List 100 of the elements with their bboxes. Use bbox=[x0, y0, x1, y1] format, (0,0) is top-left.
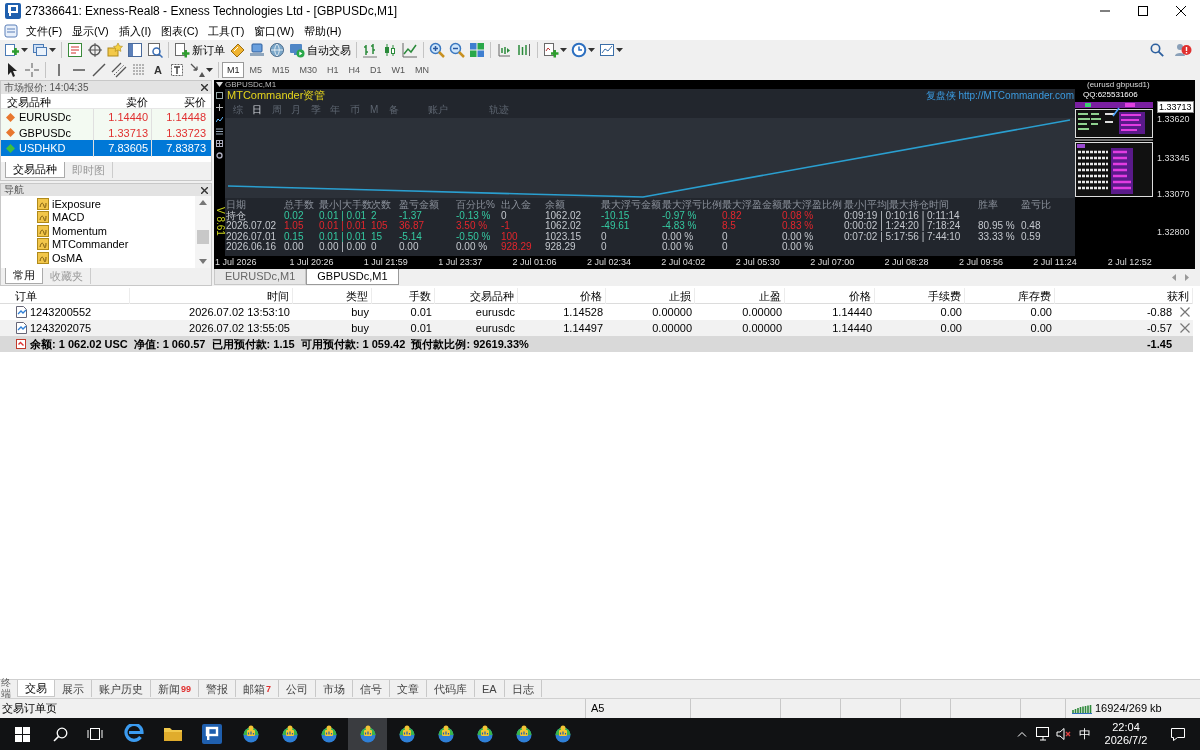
close-icon[interactable] bbox=[1176, 6, 1186, 16]
magnifier-document-icon[interactable] bbox=[147, 42, 163, 58]
list-icon[interactable] bbox=[216, 128, 223, 135]
chart-icon[interactable] bbox=[216, 116, 223, 123]
caret-icon[interactable] bbox=[560, 48, 567, 52]
chevron-up-icon[interactable] bbox=[1017, 731, 1027, 737]
scroll-up-icon[interactable] bbox=[199, 200, 207, 205]
timeframe-button[interactable]: MN bbox=[410, 62, 435, 78]
indicator-icon[interactable] bbox=[37, 238, 49, 251]
panel-tab[interactable]: 常用 bbox=[5, 268, 43, 284]
star-folder-icon[interactable] bbox=[107, 42, 123, 58]
timeframe-button[interactable]: M1 bbox=[221, 62, 245, 78]
website-link[interactable]: 复盘侠 http://MTCommander.com bbox=[925, 89, 1075, 102]
terminal-tab[interactable]: 警报 bbox=[199, 680, 236, 697]
timeframe-button[interactable]: W1 bbox=[386, 62, 411, 78]
quote-row[interactable]: USDHKD 7.83605 7.83873 bbox=[1, 140, 211, 156]
globe-icon[interactable] bbox=[269, 42, 285, 58]
column-header[interactable]: 买价 bbox=[151, 94, 209, 111]
network-icon[interactable] bbox=[1036, 727, 1052, 741]
square-logo-icon[interactable] bbox=[201, 724, 222, 744]
timeframe-button[interactable]: H4 bbox=[343, 62, 366, 78]
column-header[interactable]: 卖价 bbox=[93, 94, 151, 111]
input-method-indicator[interactable]: 中 bbox=[1074, 725, 1096, 743]
terminal-tab[interactable]: 交易 bbox=[17, 680, 55, 697]
speaker-muted-icon[interactable] bbox=[1056, 727, 1072, 741]
timeframe-button[interactable]: M15 bbox=[267, 62, 295, 78]
tile-grid-icon[interactable] bbox=[469, 42, 485, 58]
menu-item[interactable]: 工具(T) bbox=[203, 22, 250, 40]
close-icon[interactable] bbox=[201, 186, 208, 194]
grid-icon[interactable] bbox=[216, 140, 223, 147]
chart-tab[interactable]: GBPUSDc,M1 bbox=[306, 269, 399, 285]
candlestick-icon[interactable] bbox=[382, 42, 398, 58]
menu-item[interactable]: 帮助(H) bbox=[299, 22, 347, 40]
indicator-icon[interactable] bbox=[37, 251, 49, 264]
user-alert-icon[interactable] bbox=[1174, 42, 1192, 58]
trend-line-icon[interactable] bbox=[91, 62, 107, 78]
crosshair-icon[interactable] bbox=[87, 42, 103, 58]
terminal-tab[interactable]: 公司 bbox=[279, 680, 317, 697]
monitor-play-icon[interactable] bbox=[289, 42, 305, 58]
browser-icon[interactable] bbox=[123, 724, 144, 744]
terminal-tab[interactable]: 代码库 bbox=[427, 680, 476, 697]
caret-icon[interactable] bbox=[205, 68, 213, 72]
computer-icon[interactable] bbox=[249, 42, 265, 58]
add-document-icon[interactable] bbox=[174, 42, 190, 58]
terminal-tab[interactable]: 账户历史 bbox=[92, 680, 151, 697]
terminal-tab[interactable]: 文章 bbox=[390, 680, 428, 697]
menu-item[interactable]: 文件(F) bbox=[21, 22, 68, 40]
indicator-icon[interactable] bbox=[37, 224, 49, 237]
indicator-icon[interactable] bbox=[37, 197, 49, 210]
caret-icon[interactable] bbox=[21, 48, 28, 52]
search-icon[interactable] bbox=[52, 726, 68, 742]
auto-trading-button[interactable]: 自动交易 bbox=[287, 41, 353, 59]
arrows-icon[interactable] bbox=[188, 62, 205, 78]
terminal-tab[interactable]: 信号 bbox=[353, 680, 391, 697]
menu-item[interactable]: 图表(C) bbox=[156, 22, 204, 40]
clock-icon[interactable] bbox=[571, 42, 587, 58]
terminal-tab[interactable]: 展示 bbox=[55, 680, 92, 697]
timeframe-button[interactable]: M30 bbox=[294, 62, 322, 78]
book-icon[interactable] bbox=[229, 42, 245, 58]
windows-icon[interactable] bbox=[32, 42, 48, 58]
scrollbar-thumb[interactable] bbox=[197, 230, 209, 244]
menu-item[interactable]: 显示(V) bbox=[67, 22, 114, 40]
text-label-icon[interactable] bbox=[168, 62, 185, 78]
clock-date[interactable]: 2026/7/2 bbox=[1104, 734, 1148, 747]
chart-shift-icon[interactable] bbox=[516, 42, 532, 58]
panel-tab[interactable]: 交易品种 bbox=[5, 162, 65, 178]
ring-icon[interactable] bbox=[216, 152, 223, 159]
task-view-icon[interactable] bbox=[86, 727, 104, 741]
terminal-tab[interactable]: EA bbox=[475, 680, 505, 697]
timeframe-button[interactable]: M5 bbox=[244, 62, 267, 78]
terminal-tab[interactable]: 新闻 99 bbox=[151, 680, 199, 697]
new-order-button[interactable]: 新订单 bbox=[172, 41, 227, 59]
terminal-tab[interactable]: 市场 bbox=[316, 680, 354, 697]
close-icon[interactable] bbox=[201, 84, 208, 91]
menu-item[interactable]: 窗口(W) bbox=[249, 22, 300, 40]
timeframe-button[interactable]: D1 bbox=[365, 62, 387, 78]
bar-chart-icon[interactable] bbox=[362, 42, 378, 58]
period-tab[interactable]: 日 bbox=[247, 102, 267, 118]
quote-row[interactable]: EURUSDc 1.14440 1.14448 bbox=[1, 109, 211, 125]
navigator-item[interactable]: iExposure bbox=[52, 195, 101, 212]
timeframe-button[interactable]: H1 bbox=[322, 62, 344, 78]
terminal-tab[interactable]: 日志 bbox=[504, 680, 542, 697]
panel-icon[interactable] bbox=[127, 42, 143, 58]
indicator-icon[interactable] bbox=[37, 211, 49, 224]
clock-time[interactable]: 22:04 bbox=[1112, 721, 1140, 734]
zoom-in-icon[interactable] bbox=[429, 42, 445, 58]
terminal-tab[interactable]: 邮箱7 bbox=[236, 680, 280, 697]
add-chart-icon[interactable] bbox=[4, 42, 20, 58]
plus-icon[interactable] bbox=[216, 104, 223, 111]
quotes-list-icon[interactable] bbox=[67, 42, 83, 58]
line-chart-icon[interactable] bbox=[402, 42, 418, 58]
windows-start-icon[interactable] bbox=[14, 726, 30, 742]
chart-scroll-icon[interactable] bbox=[496, 42, 512, 58]
add-indicator-icon[interactable] bbox=[543, 42, 559, 58]
caret-icon[interactable] bbox=[588, 48, 595, 52]
menu-item[interactable]: 插入(I) bbox=[113, 22, 157, 40]
window-icon[interactable] bbox=[216, 92, 223, 99]
caret-icon[interactable] bbox=[616, 48, 623, 52]
notification-icon[interactable] bbox=[1170, 726, 1186, 742]
scroll-down-icon[interactable] bbox=[199, 259, 207, 264]
